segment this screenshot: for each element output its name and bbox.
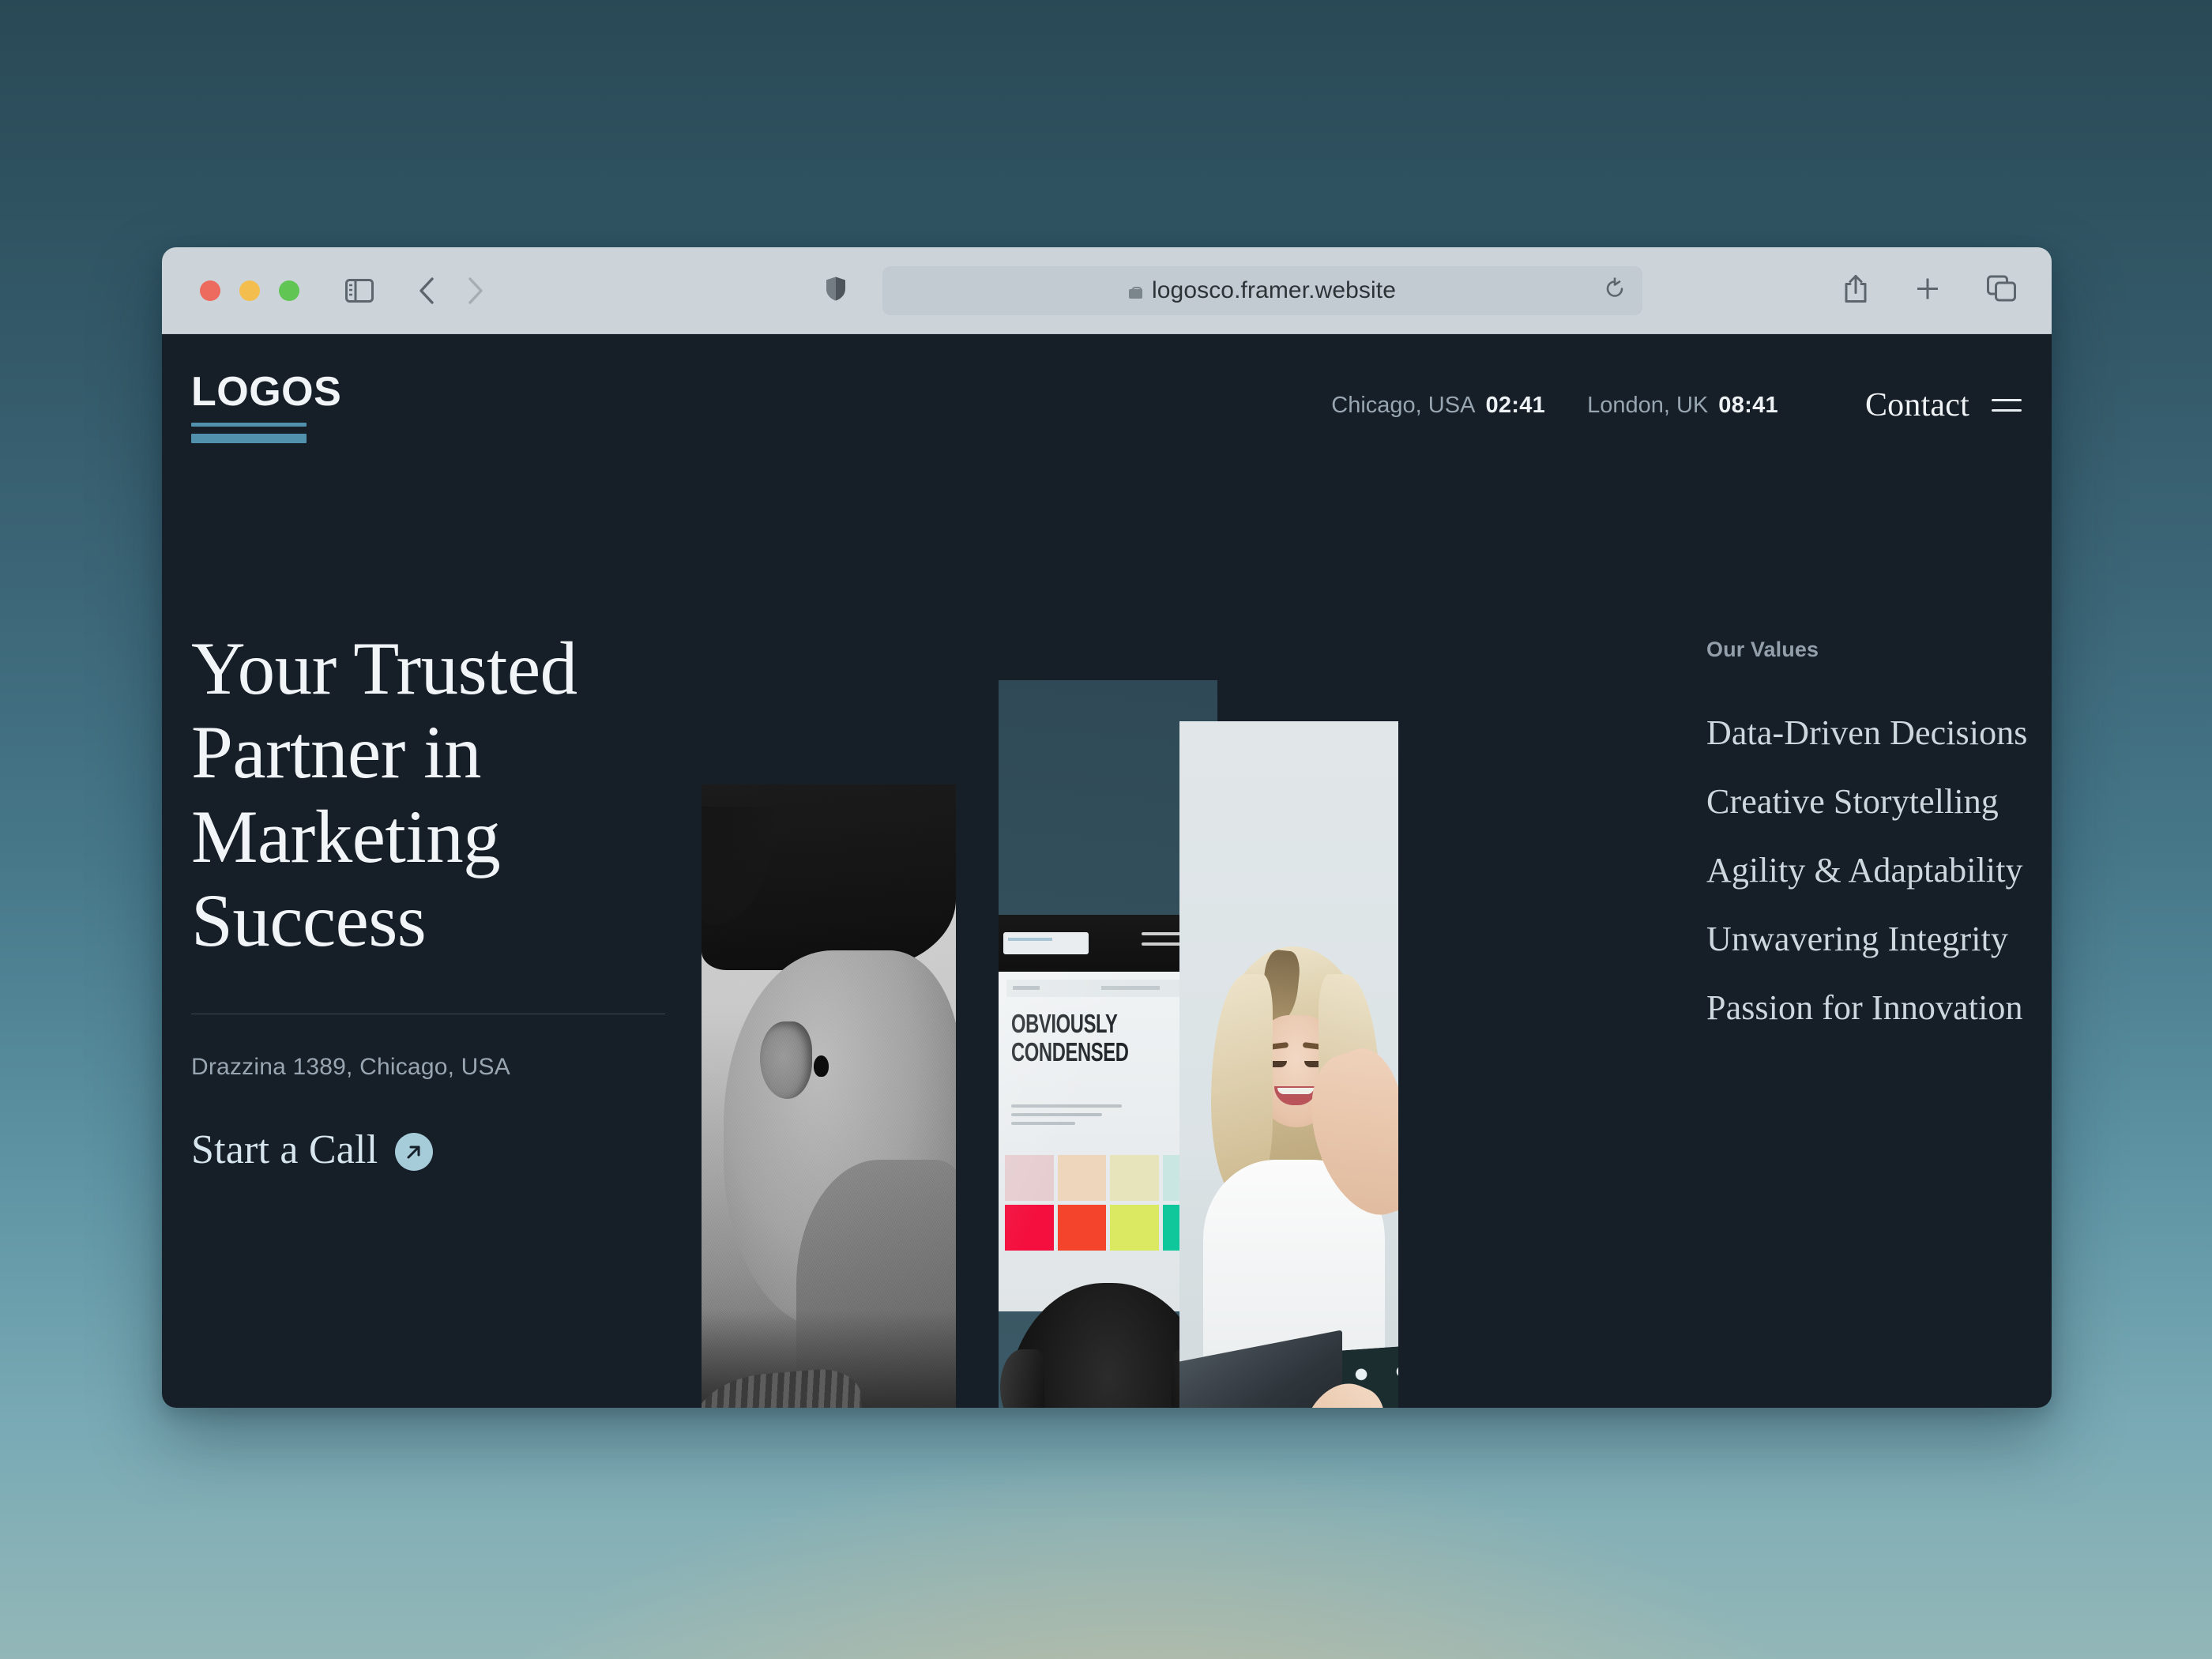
- list-item[interactable]: Passion for Innovation: [1706, 988, 2023, 1028]
- toolbar-right-actions: [1843, 273, 2017, 307]
- list-item[interactable]: Unwavering Integrity: [1706, 919, 2022, 959]
- page-title: Your Trusted Partner in Marketing Succes…: [191, 626, 577, 963]
- back-chevron-icon[interactable]: [418, 276, 435, 305]
- web-page: LOGOS Chicago, USA 02:41 London, UK 08:4…: [162, 334, 2052, 1408]
- list-item[interactable]: Agility & Adaptability: [1706, 850, 2023, 890]
- address-bar[interactable]: logosco.framer.website: [882, 265, 1642, 315]
- lock-icon: [1128, 282, 1143, 299]
- hero-text-block: Your Trusted Partner in Marketing Succes…: [191, 626, 681, 1173]
- minimize-window-button[interactable]: [239, 280, 260, 301]
- cta-label: Start a Call: [191, 1127, 378, 1172]
- collage-photo-office: [1179, 721, 1398, 1408]
- collage-photo-portrait: [702, 784, 956, 1408]
- window-traffic-lights: [200, 280, 299, 301]
- start-a-call-button[interactable]: Start a Call: [191, 1127, 681, 1173]
- browser-window: logosco.framer.website LOGOS Chicago, US…: [162, 247, 2052, 1408]
- our-values-section: Our Values Data-Driven Decisions Creativ…: [1706, 638, 2027, 1028]
- zoom-window-button[interactable]: [279, 280, 299, 301]
- values-section-label: Our Values: [1706, 638, 1819, 661]
- tab-overview-icon[interactable]: [1987, 275, 2017, 306]
- browser-toolbar: logosco.framer.website: [162, 247, 2052, 334]
- share-icon[interactable]: [1843, 273, 1868, 307]
- forward-chevron-icon[interactable]: [467, 276, 484, 305]
- list-item[interactable]: Creative Storytelling: [1706, 781, 2022, 822]
- sidebar-toggle-icon[interactable]: [345, 278, 374, 303]
- arrow-up-right-icon: [395, 1133, 434, 1172]
- close-window-button[interactable]: [200, 280, 220, 301]
- values-list: Data-Driven Decisions Creative Storytell…: [1706, 713, 2027, 1028]
- hero-address: Drazzina 1389, Chicago, USA: [191, 1053, 510, 1080]
- privacy-shield-icon[interactable]: [826, 276, 846, 305]
- reload-icon[interactable]: [1604, 276, 1625, 303]
- screen-headline-text: OBVIOUSLY CONDENSED: [1011, 1009, 1129, 1066]
- plus-icon[interactable]: [1914, 275, 1941, 306]
- list-item[interactable]: Data-Driven Decisions: [1706, 713, 2027, 753]
- url-text: logosco.framer.website: [1151, 276, 1396, 303]
